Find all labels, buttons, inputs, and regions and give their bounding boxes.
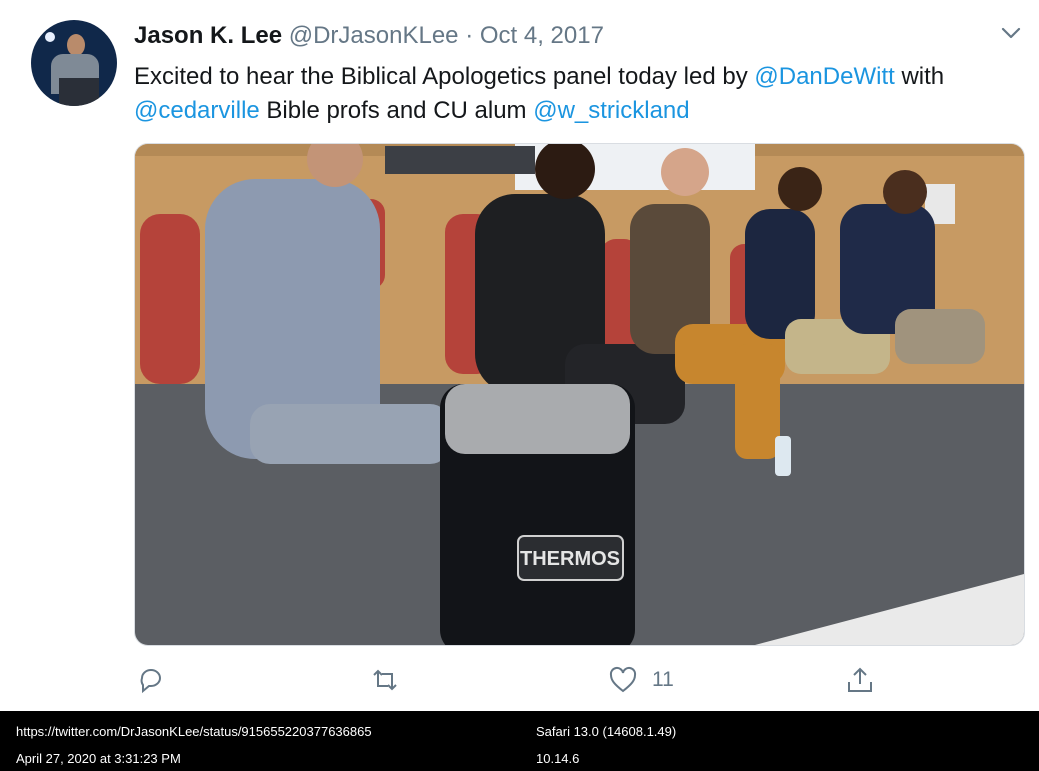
tweet-text-part: with bbox=[894, 63, 945, 90]
status-browser: Safari 13.0 (14608.1.49) bbox=[536, 724, 677, 739]
tweet-header: Jason K. Lee @DrJasonKLee · Oct 4, 2017 bbox=[134, 22, 604, 50]
avatar-light bbox=[45, 32, 55, 42]
avatar-head bbox=[67, 34, 85, 56]
share-icon bbox=[848, 667, 872, 692]
retweet-icon bbox=[373, 669, 397, 691]
screenshot-status-bar: https://twitter.com/DrJasonKLee/status/9… bbox=[0, 711, 1039, 771]
like-button[interactable]: 11 bbox=[608, 664, 674, 696]
reply-button[interactable] bbox=[136, 664, 166, 696]
avatar[interactable] bbox=[31, 20, 117, 106]
tweet-date[interactable]: Oct 4, 2017 bbox=[480, 22, 604, 49]
mention-link[interactable]: @w_strickland bbox=[533, 97, 689, 124]
author-handle[interactable]: @DrJasonKLee bbox=[289, 22, 459, 49]
author-name[interactable]: Jason K. Lee bbox=[134, 22, 282, 49]
tweet-text-part: Excited to hear the Biblical Apologetics… bbox=[134, 63, 755, 90]
tweet-photo[interactable]: THERMOS bbox=[134, 143, 1025, 646]
tweet-card[interactable]: Jason K. Lee @DrJasonKLee · Oct 4, 2017 … bbox=[0, 0, 1039, 711]
mention-link[interactable]: @DanDeWitt bbox=[754, 63, 894, 90]
reply-icon bbox=[140, 669, 161, 694]
share-button[interactable] bbox=[845, 664, 875, 696]
thermos-label: THERMOS bbox=[520, 548, 620, 570]
mention-link[interactable]: @cedarville bbox=[134, 97, 260, 124]
heart-icon bbox=[609, 666, 637, 693]
avatar-podium bbox=[59, 78, 99, 106]
tweet-text-part: Bible profs and CU alum bbox=[259, 97, 534, 124]
status-url: https://twitter.com/DrJasonKLee/status/9… bbox=[16, 724, 372, 739]
like-count: 11 bbox=[652, 668, 674, 691]
retweet-button[interactable] bbox=[370, 664, 400, 696]
chevron-down-icon[interactable] bbox=[1000, 24, 1022, 42]
panel-photo: THERMOS bbox=[135, 144, 1024, 645]
separator-dot: · bbox=[465, 22, 474, 49]
action-bar: 11 bbox=[0, 664, 1039, 698]
status-timestamp: April 27, 2020 at 3:31:23 PM bbox=[16, 751, 181, 766]
tweet-text: Excited to hear the Biblical Apologetics… bbox=[134, 60, 1014, 128]
status-os: 10.14.6 bbox=[536, 751, 580, 766]
